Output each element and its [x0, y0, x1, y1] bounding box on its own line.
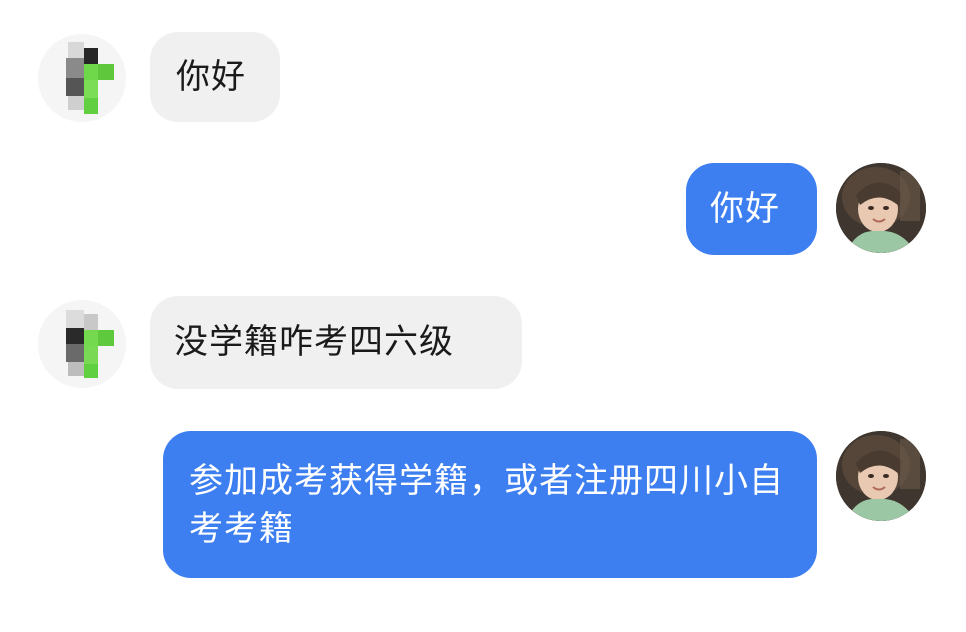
user-avatar[interactable]: [836, 163, 926, 253]
user-photo-avatar-icon: [836, 431, 926, 521]
message-text: 你好: [176, 57, 246, 97]
message-text: 参加成考获得学籍，或者注册四川小自考考籍: [189, 461, 784, 549]
pixelated-avatar-icon: [38, 300, 126, 388]
message-bubble-incoming[interactable]: 你好: [150, 32, 280, 122]
message-bubble-outgoing[interactable]: 参加成考获得学籍，或者注册四川小自考考籍: [163, 431, 817, 578]
message-bubble-incoming[interactable]: 没学籍咋考四六级: [150, 296, 522, 389]
message-bubble-outgoing[interactable]: 你好: [686, 163, 817, 255]
message-text: 没学籍咋考四六级: [174, 322, 454, 362]
contact-avatar[interactable]: [38, 34, 126, 122]
pixelated-avatar-icon: [38, 34, 126, 122]
message-text: 你好: [710, 189, 780, 229]
contact-avatar[interactable]: [38, 300, 126, 388]
user-photo-avatar-icon: [836, 163, 926, 253]
user-avatar[interactable]: [836, 431, 926, 521]
